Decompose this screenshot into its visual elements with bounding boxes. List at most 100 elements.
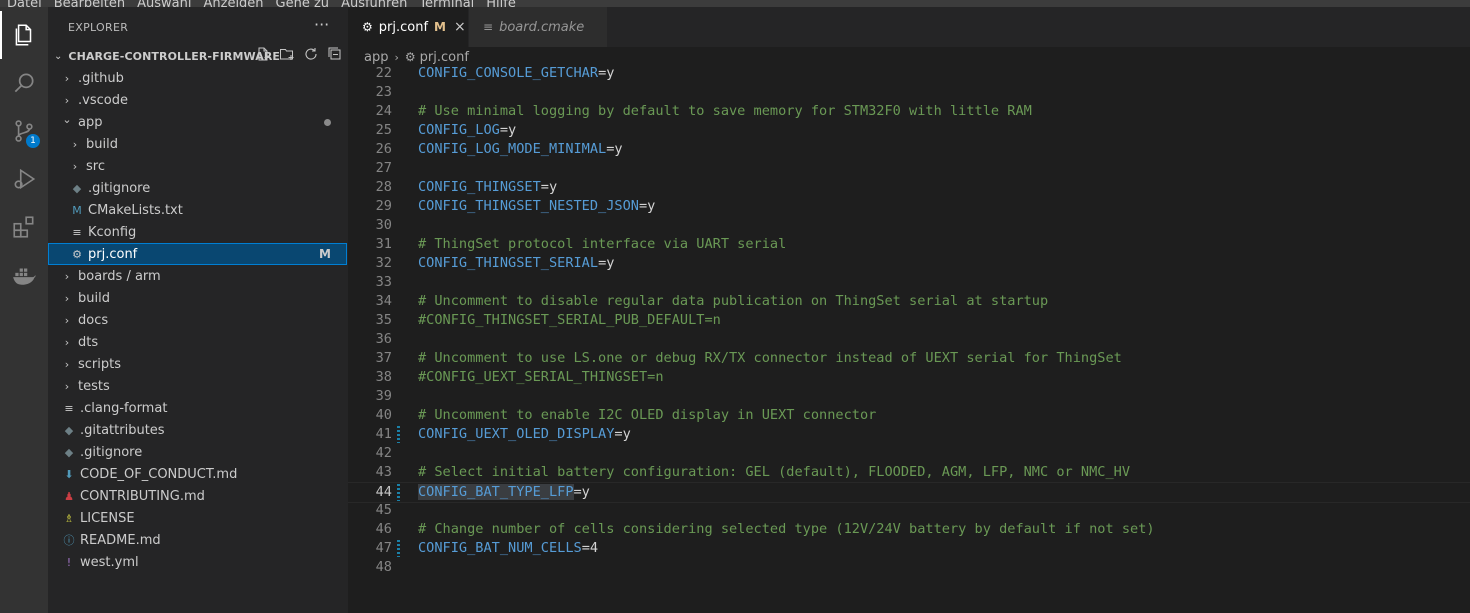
menu-item[interactable]: Auswahl [137,0,191,7]
code-line: 41 CONFIG_UEXT_OLED_DISPLAY=y [348,425,1470,444]
menu-item[interactable]: Datei [7,0,42,7]
menu-bar: Datei Bearbeiten Auswahl Anzeigen Gehe zu Aus… [0,0,1470,7]
tree-file[interactable]: ! west.yml [48,551,348,573]
tree-file[interactable]: ⬇ CODE_OF_CONDUCT.md [48,463,348,485]
new-file-icon[interactable] [255,46,271,66]
more-actions-icon[interactable]: ··· [314,15,329,34]
tab-label: prj.conf [378,19,429,35]
tree-file[interactable]: M CMakeLists.txt [48,199,348,221]
search-icon[interactable] [0,59,48,107]
line-number: 36 [375,331,392,347]
menu-item[interactable]: Bearbeiten [54,0,125,7]
code-text: #CONFIG_THINGSET_SERIAL_PUB_DEFAULT=n [418,312,721,328]
code-line: 36 [348,330,1470,349]
explorer-actions [255,45,343,67]
git-change-marker[interactable] [397,426,400,443]
tree-file[interactable]: ♗ LICENSE [48,507,348,529]
file-type-icon: ≡ [64,401,74,415]
file-type-icon: ⓘ [63,534,75,547]
tree-folder[interactable]: › docs [48,309,348,331]
collapse-all-icon[interactable] [327,46,343,66]
tree-item-label: .gitignore [88,180,151,196]
tree-folder[interactable]: › .vscode [48,89,348,111]
tree-folder[interactable]: › src [48,155,348,177]
breadcrumb-folder[interactable]: app [364,50,388,65]
tree-item-label: LICENSE [80,510,135,526]
code-line: 42 [348,444,1470,463]
close-icon[interactable]: × [454,19,466,35]
line-number: 28 [375,179,392,195]
git-change-marker[interactable] [397,540,400,557]
line-number: 23 [375,84,392,100]
code-text: CONFIG_UEXT_OLED_DISPLAY=y [418,426,631,442]
tree-file[interactable]: ♟ CONTRIBUTING.md [48,485,348,507]
line-number: 29 [375,198,392,214]
tree-folder[interactable]: › dts [48,331,348,353]
code-editor[interactable]: 22 CONFIG_CONSOLE_GETCHAR=y 23 24 # Use mini… [348,64,1470,613]
chevron-down-icon: ⌄ [62,112,72,126]
menu-item[interactable]: Ausführen [341,0,407,7]
refresh-icon[interactable] [303,46,319,66]
git-change-marker[interactable] [397,484,400,501]
menu-item[interactable]: Terminal [419,0,474,7]
chevron-right-icon: › [64,335,70,349]
chevron-right-icon: › [64,379,70,393]
line-number: 32 [375,255,392,271]
run-debug-icon[interactable] [0,155,48,203]
new-folder-icon[interactable] [279,46,295,66]
file-type-icon: M [72,203,82,217]
tree-item-label: tests [78,378,110,394]
source-control-icon[interactable]: 1 [0,107,48,155]
tree-file[interactable]: ◆ .gitignore [48,177,348,199]
chevron-right-icon: › [64,357,70,371]
menu-item[interactable]: Gehe zu [276,0,330,7]
tab-board-cmake[interactable]: ≡ board.cmake [469,7,607,47]
code-text: CONFIG_LOG=y [418,122,517,138]
tree-file[interactable]: ◆ .gitignore [48,441,348,463]
code-text: CONFIG_THINGSET_SERIAL=y [418,255,615,271]
code-line: 24 # Use minimal logging by default to sa… [348,102,1470,121]
tree-folder[interactable]: › build [48,133,348,155]
code-text: CONFIG_THINGSET_NESTED_JSON=y [418,198,656,214]
breadcrumb-file[interactable]: prj.conf [420,50,469,65]
code-line: 32 CONFIG_THINGSET_SERIAL=y [348,254,1470,273]
tab-prj-conf[interactable]: ⚙ prj.conf M × [348,7,468,47]
tree-folder[interactable]: › scripts [48,353,348,375]
tree-file[interactable]: ≡ Kconfig [48,221,348,243]
extensions-icon[interactable] [0,203,48,251]
tree-folder[interactable]: ⌄ app [48,111,348,133]
code-text: # Uncomment to enable I2C OLED display i… [418,407,877,423]
tree-item-label: .vscode [78,92,128,108]
workspace-root[interactable]: ⌄ CHARGE-CONTROLLER-FIRMWARE [48,45,348,67]
line-number: 22 [375,65,392,81]
modified-dot [324,118,331,126]
explorer-icon[interactable] [0,11,48,59]
tree-item-label: prj.conf [88,246,138,262]
docker-icon[interactable] [0,251,48,299]
tab-label: board.cmake [499,19,585,35]
code-line: 22 CONFIG_CONSOLE_GETCHAR=y [348,64,1470,83]
menu-item[interactable]: Anzeigen [203,0,263,7]
menu-item[interactable]: Hilfe [486,0,516,7]
tree-folder[interactable]: › build [48,287,348,309]
tree-file[interactable]: ≡ .clang-format [48,397,348,419]
gear-icon: ⚙ [404,50,416,64]
line-number: 46 [375,521,392,537]
tree-item-label: app [78,114,103,130]
chevron-right-icon: › [64,269,70,283]
tree-item-label: build [86,136,118,152]
tree-item-label: dts [78,334,99,350]
tree-file[interactable]: ◆ .gitattributes [48,419,348,441]
tree-file[interactable]: ⚙ prj.conf M [48,243,347,265]
line-number: 30 [375,217,392,233]
tree-item-label: src [86,158,105,174]
code-line: 31 # ThingSet protocol interface via UART… [348,235,1470,254]
chevron-right-icon: › [394,50,399,64]
chevron-right-icon: › [64,291,70,305]
tree-folder[interactable]: › tests [48,375,348,397]
code-line: 23 [348,83,1470,102]
tree-file[interactable]: ⓘ README.md [48,529,348,551]
tree-folder[interactable]: › .github [48,67,348,89]
code-text: CONFIG_THINGSET=y [418,179,558,195]
tree-folder[interactable]: › boards / arm [48,265,348,287]
